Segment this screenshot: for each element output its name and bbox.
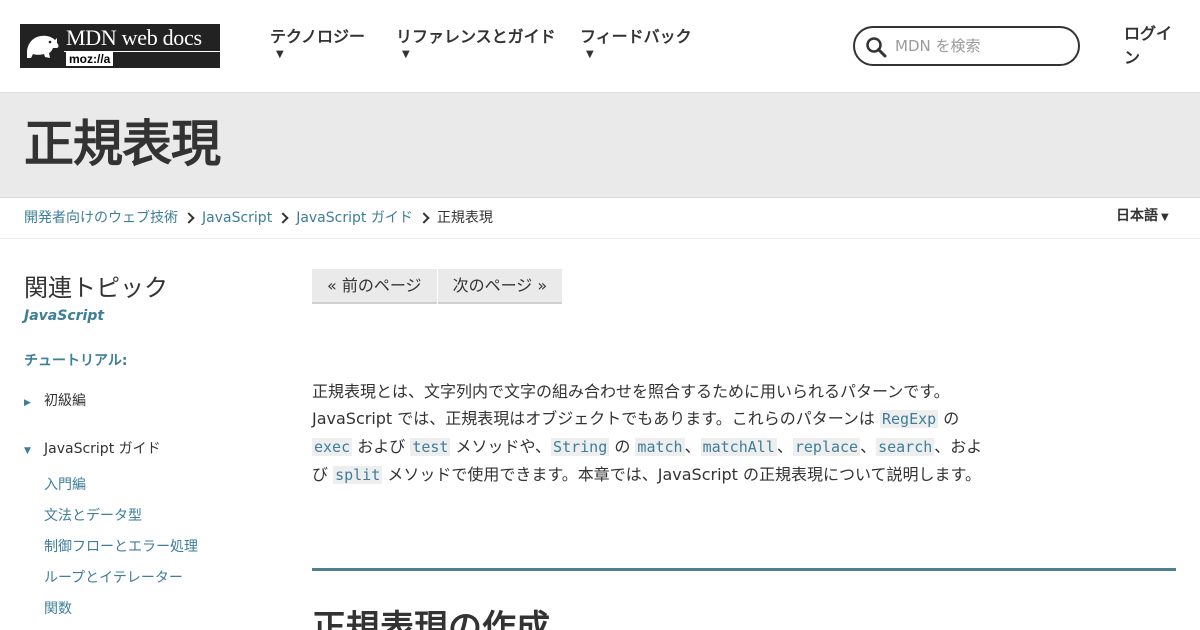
intro-text: 正規表現とは、文字列内で文字の組み合わせを照合するために用いられるパターンです。…	[312, 382, 950, 428]
code-split[interactable]: split	[333, 466, 383, 484]
nav-feedback[interactable]: フィードバック ▼	[580, 26, 692, 61]
intro-text: 、	[776, 437, 793, 456]
code-string[interactable]: String	[551, 438, 610, 456]
chevron-right-icon	[418, 212, 430, 224]
intro-paragraph: 正規表現とは、文字列内で文字の組み合わせを照合するために用いられるパターンです。…	[312, 378, 984, 489]
code-match[interactable]: match	[635, 438, 685, 456]
sidebar-link-functions[interactable]: 関数	[44, 598, 72, 618]
code-search[interactable]: search	[876, 438, 935, 456]
breadcrumb-web-tech[interactable]: 開発者向けのウェブ技術	[24, 209, 178, 227]
search-input[interactable]	[895, 35, 1065, 57]
caret-down-icon: ▼	[276, 49, 284, 60]
sidebar-javascript-link[interactable]: JavaScript	[24, 308, 284, 324]
sidebar-link-control-flow[interactable]: 制御フローとエラー処理	[44, 536, 198, 556]
sidebar: 関連トピック JavaScript チュートリアル: ▶ 初級編 ▼ JavaScr…	[24, 272, 284, 617]
nav-references-label: リファレンスとガイド	[396, 27, 556, 46]
breadcrumb: 開発者向けのウェブ技術 JavaScript JavaScript ガイド 正規…	[24, 209, 493, 227]
triangle-down-icon: ▼	[24, 446, 31, 456]
mdn-logo[interactable]: MDN web docs moz://a	[20, 24, 220, 68]
code-test[interactable]: test	[410, 438, 451, 456]
section-heading-creating-regex: 正規表現の作成	[312, 608, 550, 630]
nav-technologies[interactable]: テクノロジー ▼	[270, 26, 365, 61]
intro-text: の	[609, 437, 636, 456]
code-replace[interactable]: replace	[792, 438, 861, 456]
title-band: 正規表現	[0, 93, 1200, 198]
sidebar-link-loops[interactable]: ループとイテレーター	[44, 567, 183, 587]
sidebar-group-js-guide[interactable]: ▼ JavaScript ガイド	[24, 438, 161, 458]
site-header: MDN web docs moz://a テクノロジー ▼ リファレンスとガイド…	[0, 0, 1200, 93]
code-regexp[interactable]: RegExp	[879, 410, 939, 428]
intro-text: 、	[684, 437, 701, 456]
logo-title: MDN web docs	[66, 25, 202, 50]
sidebar-group-label: 初級編	[44, 393, 86, 409]
breadcrumb-js-guide[interactable]: JavaScript ガイド	[296, 209, 413, 227]
page-title: 正規表現	[24, 115, 221, 173]
caret-down-icon: ▼	[402, 49, 410, 60]
language-label: 日本語	[1116, 208, 1158, 224]
triangle-right-icon: ▶	[24, 398, 31, 408]
breadcrumb-javascript[interactable]: JavaScript	[202, 209, 272, 227]
search-box[interactable]	[853, 26, 1080, 66]
chevron-right-icon	[183, 212, 195, 224]
breadcrumb-current: 正規表現	[436, 210, 493, 226]
sidebar-group-beginner[interactable]: ▶ 初級編	[24, 390, 86, 410]
sidebar-link-grammar-types[interactable]: 文法とデータ型	[44, 505, 142, 525]
intro-text: メソッドで使用できます。本章では、JavaScript の正規表現について説明し…	[382, 465, 981, 484]
intro-text: 、	[860, 437, 877, 456]
mdn-dino-logo-icon	[20, 24, 64, 68]
logo-mozilla: moz://a	[66, 52, 114, 66]
language-selector[interactable]: 日本語 ▼	[1116, 207, 1169, 227]
chevron-right-icon	[277, 212, 289, 224]
intro-text: メソッドや、	[450, 437, 552, 456]
caret-down-icon: ▼	[1161, 212, 1169, 223]
sidebar-group-label: JavaScript ガイド	[44, 441, 161, 457]
sidebar-link-introduction[interactable]: 入門編	[44, 474, 86, 494]
nav-references-guides[interactable]: リファレンスとガイド ▼	[396, 26, 556, 61]
intro-text: および	[352, 437, 411, 456]
sidebar-heading: 関連トピック	[24, 274, 168, 302]
caret-down-icon: ▼	[586, 49, 594, 60]
search-icon[interactable]	[865, 36, 887, 58]
sidebar-section-tutorials: チュートリアル:	[24, 353, 128, 369]
prev-page-button[interactable]: « 前のページ	[312, 269, 437, 304]
nav-feedback-label: フィードバック	[580, 27, 692, 46]
section-divider	[312, 568, 1176, 571]
next-page-button[interactable]: 次のページ »	[437, 269, 563, 304]
intro-text: の	[938, 409, 960, 428]
pager: « 前のページ 次のページ »	[312, 269, 563, 304]
code-matchall[interactable]: matchAll	[700, 438, 777, 456]
breadcrumb-bar: 開発者向けのウェブ技術 JavaScript JavaScript ガイド 正規…	[0, 198, 1200, 239]
login-link[interactable]: ログイン	[1124, 22, 1174, 70]
code-exec[interactable]: exec	[312, 438, 353, 456]
nav-technologies-label: テクノロジー	[270, 27, 366, 46]
